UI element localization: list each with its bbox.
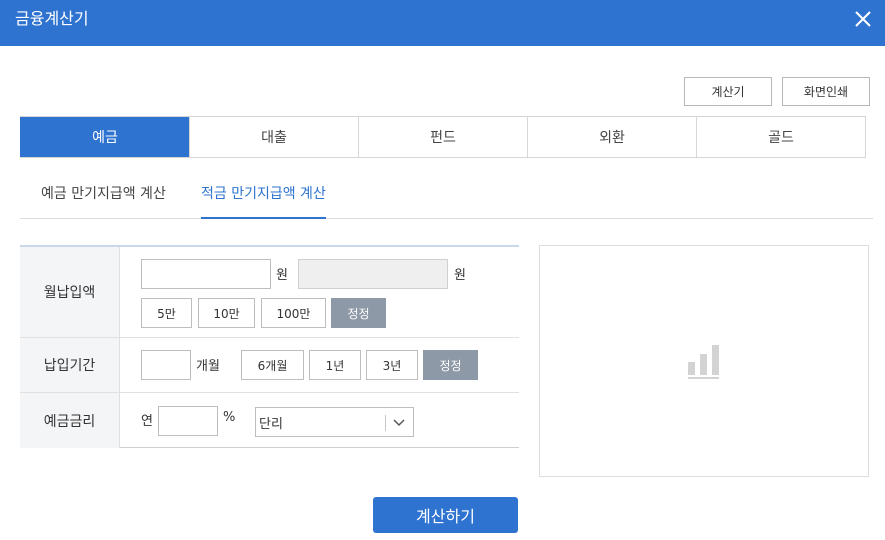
interest-type-value: 단리 bbox=[259, 417, 283, 432]
add-50k-button[interactable]: 5만 bbox=[141, 298, 192, 328]
monthly-payment-input[interactable] bbox=[141, 259, 271, 289]
monthly-payment-reset-button[interactable]: 정정 bbox=[331, 298, 386, 328]
tab-deposit[interactable]: 예금 bbox=[20, 117, 189, 157]
result-chart-panel bbox=[539, 245, 869, 477]
interest-rate-unit: % bbox=[223, 410, 236, 425]
tab-gold[interactable]: 골드 bbox=[696, 117, 865, 157]
monthly-payment-label: 월납입액 bbox=[20, 247, 120, 337]
sub-tabs: 예금 만기지급액 계산 적금 만기지급액 계산 bbox=[20, 174, 873, 219]
tab-loan[interactable]: 대출 bbox=[189, 117, 358, 157]
period-6-months-button[interactable]: 6개월 bbox=[241, 350, 304, 380]
row-monthly-payment: 월납입액 원 원 5만 10만 100만 정정 bbox=[20, 247, 519, 338]
tab-forex[interactable]: 외환 bbox=[527, 117, 696, 157]
subtab-installment-maturity[interactable]: 적금 만기지급액 계산 bbox=[201, 174, 326, 219]
close-icon[interactable] bbox=[852, 8, 874, 30]
interest-type-select[interactable]: 단리 bbox=[255, 407, 414, 437]
window-title: 금융계산기 bbox=[15, 9, 89, 28]
period-months-unit: 개월 bbox=[196, 359, 220, 374]
interest-rate-input[interactable] bbox=[158, 406, 218, 436]
add-100k-button[interactable]: 10만 bbox=[198, 298, 255, 328]
monthly-payment-display-unit: 원 bbox=[454, 268, 466, 283]
select-divider bbox=[385, 415, 386, 431]
calculator-button[interactable]: 계산기 bbox=[684, 77, 772, 106]
bar-chart-icon bbox=[688, 345, 719, 379]
interest-rate-label: 예금금리 bbox=[20, 393, 120, 448]
row-period: 납입기간 개월 6개월 1년 3년 정정 bbox=[20, 338, 519, 393]
period-months-input[interactable] bbox=[141, 350, 191, 380]
period-label: 납입기간 bbox=[20, 338, 120, 392]
chevron-down-icon[interactable] bbox=[391, 414, 407, 430]
tab-fund[interactable]: 펀드 bbox=[358, 117, 527, 157]
monthly-payment-display bbox=[298, 259, 448, 289]
print-button[interactable]: 화면인쇄 bbox=[782, 77, 870, 106]
subtab-deposit-maturity[interactable]: 예금 만기지급액 계산 bbox=[41, 174, 166, 219]
period-1-year-button[interactable]: 1년 bbox=[309, 350, 361, 380]
add-1m-button[interactable]: 100만 bbox=[261, 298, 326, 328]
period-reset-button[interactable]: 정정 bbox=[423, 350, 478, 380]
main-tabs: 예금 대출 펀드 외환 골드 bbox=[20, 116, 866, 158]
period-3-year-button[interactable]: 3년 bbox=[366, 350, 418, 380]
row-interest-rate: 예금금리 연 % 단리 bbox=[20, 393, 519, 448]
title-bar: 금융계산기 bbox=[0, 0, 885, 46]
calculate-button[interactable]: 계산하기 bbox=[373, 497, 518, 533]
monthly-payment-unit: 원 bbox=[276, 268, 288, 283]
calculator-form: 월납입액 원 원 5만 10만 100만 정정 납입기간 개월 6개월 1년 3… bbox=[20, 245, 519, 448]
interest-rate-prefix: 연 bbox=[141, 414, 153, 429]
